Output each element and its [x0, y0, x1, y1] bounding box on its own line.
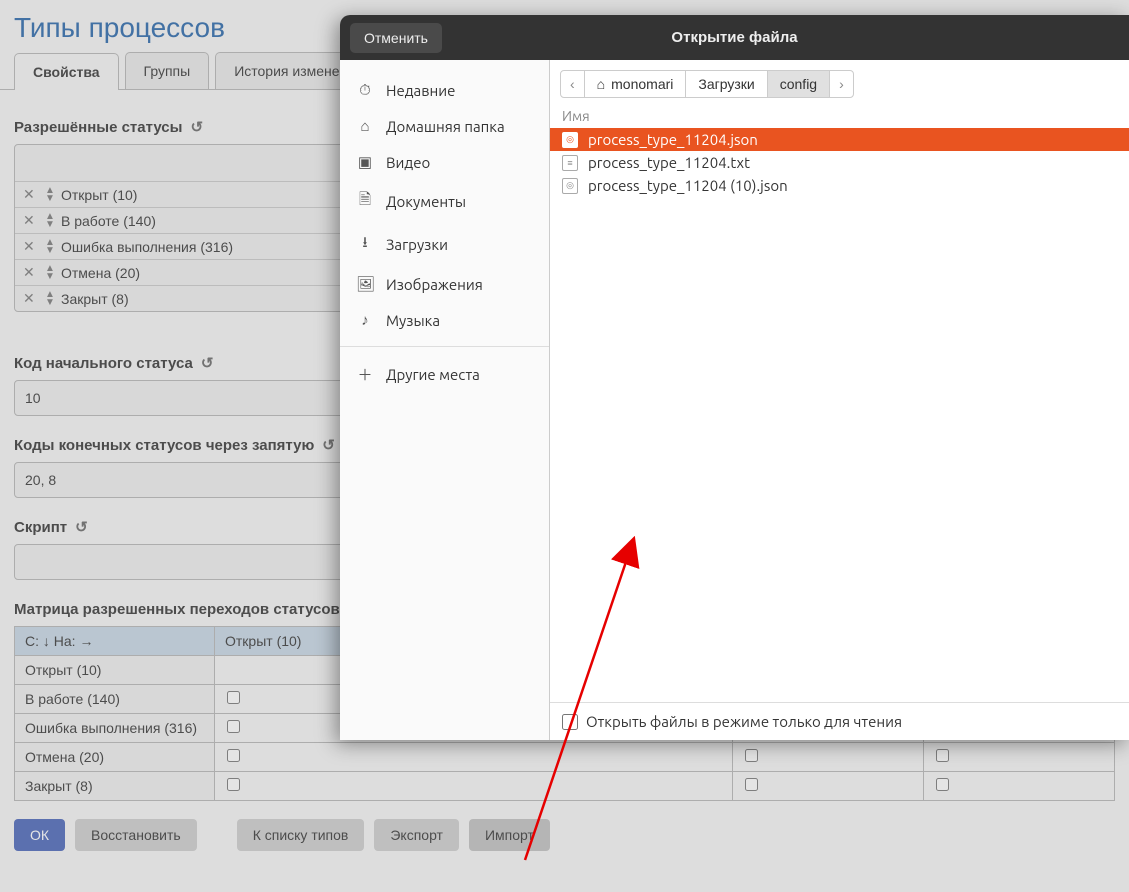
sidebar-divider: [340, 346, 549, 347]
matrix-row-header: Открыт (10): [15, 656, 215, 685]
file-name: process_type_11204 (10).json: [588, 177, 788, 194]
matrix-row-header: В работе (140): [15, 685, 215, 714]
sidebar-item-images[interactable]: 🖼 Изображения: [340, 266, 549, 302]
sidebar-item-other[interactable]: ＋ Другие места: [340, 355, 549, 394]
breadcrumb-segment[interactable]: Загрузки: [685, 70, 767, 98]
remove-icon[interactable]: ✕: [23, 212, 39, 229]
reset-icon[interactable]: ↺: [201, 354, 214, 372]
matrix-row-header: Ошибка выполнения (316): [15, 714, 215, 743]
sidebar-item-label: Музыка: [386, 312, 440, 329]
label-text: Разрешённые статусы: [14, 119, 182, 136]
home-icon: ⌂: [597, 76, 605, 92]
sort-arrows[interactable]: ▲▼: [43, 187, 57, 203]
file-name: process_type_11204.json: [588, 131, 758, 148]
matrix-checkbox[interactable]: [745, 778, 758, 791]
file-row[interactable]: ◎ process_type_11204 (10).json: [550, 174, 1129, 197]
file-name: process_type_11204.txt: [588, 154, 750, 171]
reset-icon[interactable]: ↺: [75, 518, 88, 536]
restore-button[interactable]: Восстановить: [75, 819, 197, 851]
sort-arrows[interactable]: ▲▼: [43, 265, 57, 281]
label-text: Матрица разрешенных переходов статусов: [14, 601, 340, 618]
tab-groups[interactable]: Группы: [125, 52, 210, 89]
sort-arrows[interactable]: ▲▼: [43, 239, 57, 255]
breadcrumb-segment-active[interactable]: config: [767, 70, 830, 98]
sidebar-item-home[interactable]: ⌂ Домашняя папка: [340, 108, 549, 144]
file-open-dialog: Отменить Открытие файла ⏱ Недавние ⌂ Дом…: [340, 15, 1129, 740]
status-label: В работе (140): [61, 213, 156, 229]
file-list: ◎ process_type_11204.json ≡ process_type…: [550, 128, 1129, 702]
matrix-row-header: Отмена (20): [15, 743, 215, 772]
remove-icon[interactable]: ✕: [23, 186, 39, 203]
images-icon: 🖼: [356, 275, 374, 293]
dialog-footer: Открыть файлы в режиме только для чтения: [550, 702, 1129, 740]
sort-arrows[interactable]: ▲▼: [43, 291, 57, 307]
home-icon: ⌂: [356, 117, 374, 135]
file-icon: ≡: [562, 155, 578, 171]
matrix-checkbox[interactable]: [227, 778, 240, 791]
sort-arrows[interactable]: ▲▼: [43, 213, 57, 229]
sidebar-item-label: Другие места: [386, 366, 480, 383]
status-label: Ошибка выполнения (316): [61, 239, 233, 255]
breadcrumb-segment: monomari: [611, 76, 673, 92]
sidebar-item-label: Недавние: [386, 82, 455, 99]
dialog-main: ‹ ⌂ monomari Загрузки config › Имя ◎ pro…: [550, 60, 1129, 740]
label-text: Коды конечных статусов через запятую: [14, 437, 314, 454]
sidebar-item-music[interactable]: ♪ Музыка: [340, 302, 549, 338]
status-label: Открыт (10): [61, 187, 137, 203]
sidebar-item-documents[interactable]: 🗎 Документы: [340, 180, 549, 223]
export-button[interactable]: Экспорт: [374, 819, 459, 851]
remove-icon[interactable]: ✕: [23, 238, 39, 255]
plus-icon: ＋: [356, 364, 374, 385]
sidebar-item-label: Видео: [386, 154, 430, 171]
tab-properties[interactable]: Свойства: [14, 53, 119, 90]
remove-icon[interactable]: ✕: [23, 264, 39, 281]
sidebar-item-label: Изображения: [386, 276, 483, 293]
to-list-button[interactable]: К списку типов: [237, 819, 365, 851]
matrix-checkbox[interactable]: [936, 749, 949, 762]
clock-icon: ⏱: [356, 81, 374, 99]
download-icon: ⭳: [356, 232, 374, 257]
sidebar-item-downloads[interactable]: ⭳ Загрузки: [340, 223, 549, 266]
sidebar-item-label: Загрузки: [386, 236, 448, 253]
matrix-checkbox[interactable]: [227, 691, 240, 704]
reset-icon[interactable]: ↺: [322, 436, 335, 454]
button-row: ОК Восстановить К списку типов Экспорт И…: [14, 819, 1115, 851]
breadcrumb-forward[interactable]: ›: [829, 70, 854, 98]
sidebar-item-label: Домашняя папка: [386, 118, 505, 135]
matrix-checkbox[interactable]: [227, 720, 240, 733]
file-row[interactable]: ◎ process_type_11204.json: [550, 128, 1129, 151]
breadcrumb: ‹ ⌂ monomari Загрузки config ›: [550, 60, 1129, 106]
file-row[interactable]: ≡ process_type_11204.txt: [550, 151, 1129, 174]
dialog-sidebar: ⏱ Недавние ⌂ Домашняя папка ▣ Видео 🗎 До…: [340, 60, 550, 740]
status-label: Отмена (20): [61, 265, 140, 281]
file-icon: ◎: [562, 132, 578, 148]
matrix-corner: С: ↓ На: →: [15, 627, 215, 656]
matrix-checkbox[interactable]: [227, 749, 240, 762]
file-list-header: Имя: [550, 106, 1129, 128]
dialog-title: Открытие файла: [671, 29, 797, 46]
import-button[interactable]: Импорт: [469, 819, 550, 851]
sidebar-item-recent[interactable]: ⏱ Недавние: [340, 72, 549, 108]
status-label: Закрыт (8): [61, 291, 129, 307]
label-text: Скрипт: [14, 519, 67, 536]
matrix-row-header: Закрыт (8): [15, 772, 215, 801]
readonly-checkbox[interactable]: [562, 714, 578, 730]
breadcrumb-back[interactable]: ‹: [560, 70, 585, 98]
label-text: Код начального статуса: [14, 355, 193, 372]
matrix-checkbox[interactable]: [936, 778, 949, 791]
reset-icon[interactable]: ↺: [190, 118, 203, 136]
music-icon: ♪: [356, 311, 374, 329]
breadcrumb-home[interactable]: ⌂ monomari: [584, 70, 687, 98]
video-icon: ▣: [356, 153, 374, 171]
ok-button[interactable]: ОК: [14, 819, 65, 851]
sidebar-item-video[interactable]: ▣ Видео: [340, 144, 549, 180]
readonly-label: Открыть файлы в режиме только для чтения: [586, 713, 902, 730]
file-icon: ◎: [562, 178, 578, 194]
documents-icon: 🗎: [356, 189, 374, 214]
cancel-button[interactable]: Отменить: [350, 23, 442, 53]
remove-icon[interactable]: ✕: [23, 290, 39, 307]
matrix-checkbox[interactable]: [745, 749, 758, 762]
sidebar-item-label: Документы: [386, 193, 466, 210]
dialog-header: Отменить Открытие файла: [340, 15, 1129, 60]
